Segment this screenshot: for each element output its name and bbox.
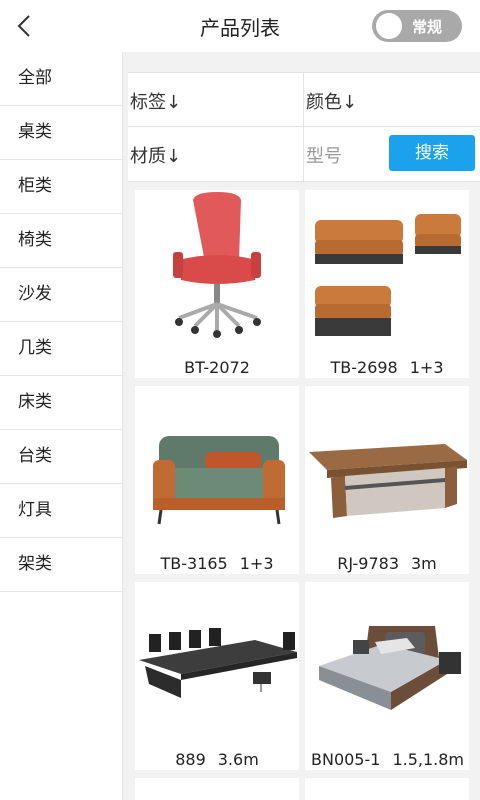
product-card[interactable]: 889 3.6m: [135, 582, 299, 770]
product-code: BN005-1: [311, 750, 381, 769]
sidebar-item-shelves[interactable]: 架类: [0, 538, 122, 592]
product-code: TB-2698: [330, 358, 398, 377]
product-card[interactable]: BT-2072: [135, 190, 299, 378]
product-code: RJ-9783: [337, 554, 399, 573]
sidebar-item-side-tables[interactable]: 几类: [0, 322, 122, 376]
product-code: TB-3165: [160, 554, 228, 573]
search-button[interactable]: 搜索: [389, 135, 475, 171]
office-chair-image: [173, 192, 261, 338]
sidebar-item-lamps[interactable]: 灯具: [0, 484, 122, 538]
main-content: 标签↓ 颜色↓ 材质↓ 型号 搜索 BT-2072 TB-2698 1+3 TB…: [123, 52, 480, 800]
sidebar-item-cabinets[interactable]: 柜类: [0, 160, 122, 214]
product-size: 3.6m: [217, 750, 259, 769]
header-bar: 产品列表 常规: [0, 0, 480, 52]
sidebar-item-sofas[interactable]: 沙发: [0, 268, 122, 322]
product-label: RJ-9783 3m: [305, 554, 469, 573]
product-code: 889: [175, 750, 206, 769]
loveseat-image: [153, 436, 285, 525]
product-card-partial[interactable]: [135, 778, 299, 800]
product-label: TB-3165 1+3: [135, 554, 299, 573]
product-size: 1.5,1.8m: [392, 750, 464, 769]
category-sidebar: 全部 桌类 柜类 椅类 沙发 几类 床类 台类 灯具 架类: [0, 52, 123, 800]
product-size: 3m: [411, 554, 437, 573]
product-card[interactable]: TB-2698 1+3: [305, 190, 469, 378]
product-card[interactable]: TB-3165 1+3: [135, 386, 299, 574]
sidebar-item-desks[interactable]: 台类: [0, 430, 122, 484]
sofa-set-image: [315, 214, 461, 336]
model-input[interactable]: 型号: [306, 142, 342, 168]
sidebar-item-all[interactable]: 全部: [0, 52, 122, 106]
product-size: 1+3: [409, 358, 444, 377]
mode-toggle[interactable]: 常规: [372, 10, 462, 42]
toggle-knob: [376, 13, 402, 39]
conference-table-image: [139, 628, 297, 698]
product-card-partial[interactable]: [305, 778, 469, 800]
toggle-label: 常规: [412, 18, 443, 36]
sidebar-item-chairs[interactable]: 椅类: [0, 214, 122, 268]
filter-divider-h: [128, 126, 480, 127]
product-size: 1+3: [239, 554, 274, 573]
product-label: BT-2072: [135, 358, 299, 377]
product-label: TB-2698 1+3: [305, 358, 469, 377]
filter-divider-v: [303, 73, 304, 181]
sidebar-item-tables[interactable]: 桌类: [0, 106, 122, 160]
sidebar-item-beds[interactable]: 床类: [0, 376, 122, 430]
tag-filter[interactable]: 标签↓: [130, 88, 181, 114]
product-label: 889 3.6m: [135, 750, 299, 769]
filter-panel: 标签↓ 颜色↓ 材质↓ 型号 搜索: [128, 72, 480, 182]
executive-desk-image: [309, 444, 467, 518]
product-code: BT-2072: [184, 358, 250, 377]
product-card[interactable]: BN005-1 1.5,1.8m: [305, 582, 469, 770]
material-filter[interactable]: 材质↓: [130, 142, 181, 168]
color-filter[interactable]: 颜色↓: [306, 88, 357, 114]
product-label: BN005-1 1.5,1.8m: [305, 750, 469, 769]
product-card[interactable]: RJ-9783 3m: [305, 386, 469, 574]
bed-image: [319, 626, 461, 710]
